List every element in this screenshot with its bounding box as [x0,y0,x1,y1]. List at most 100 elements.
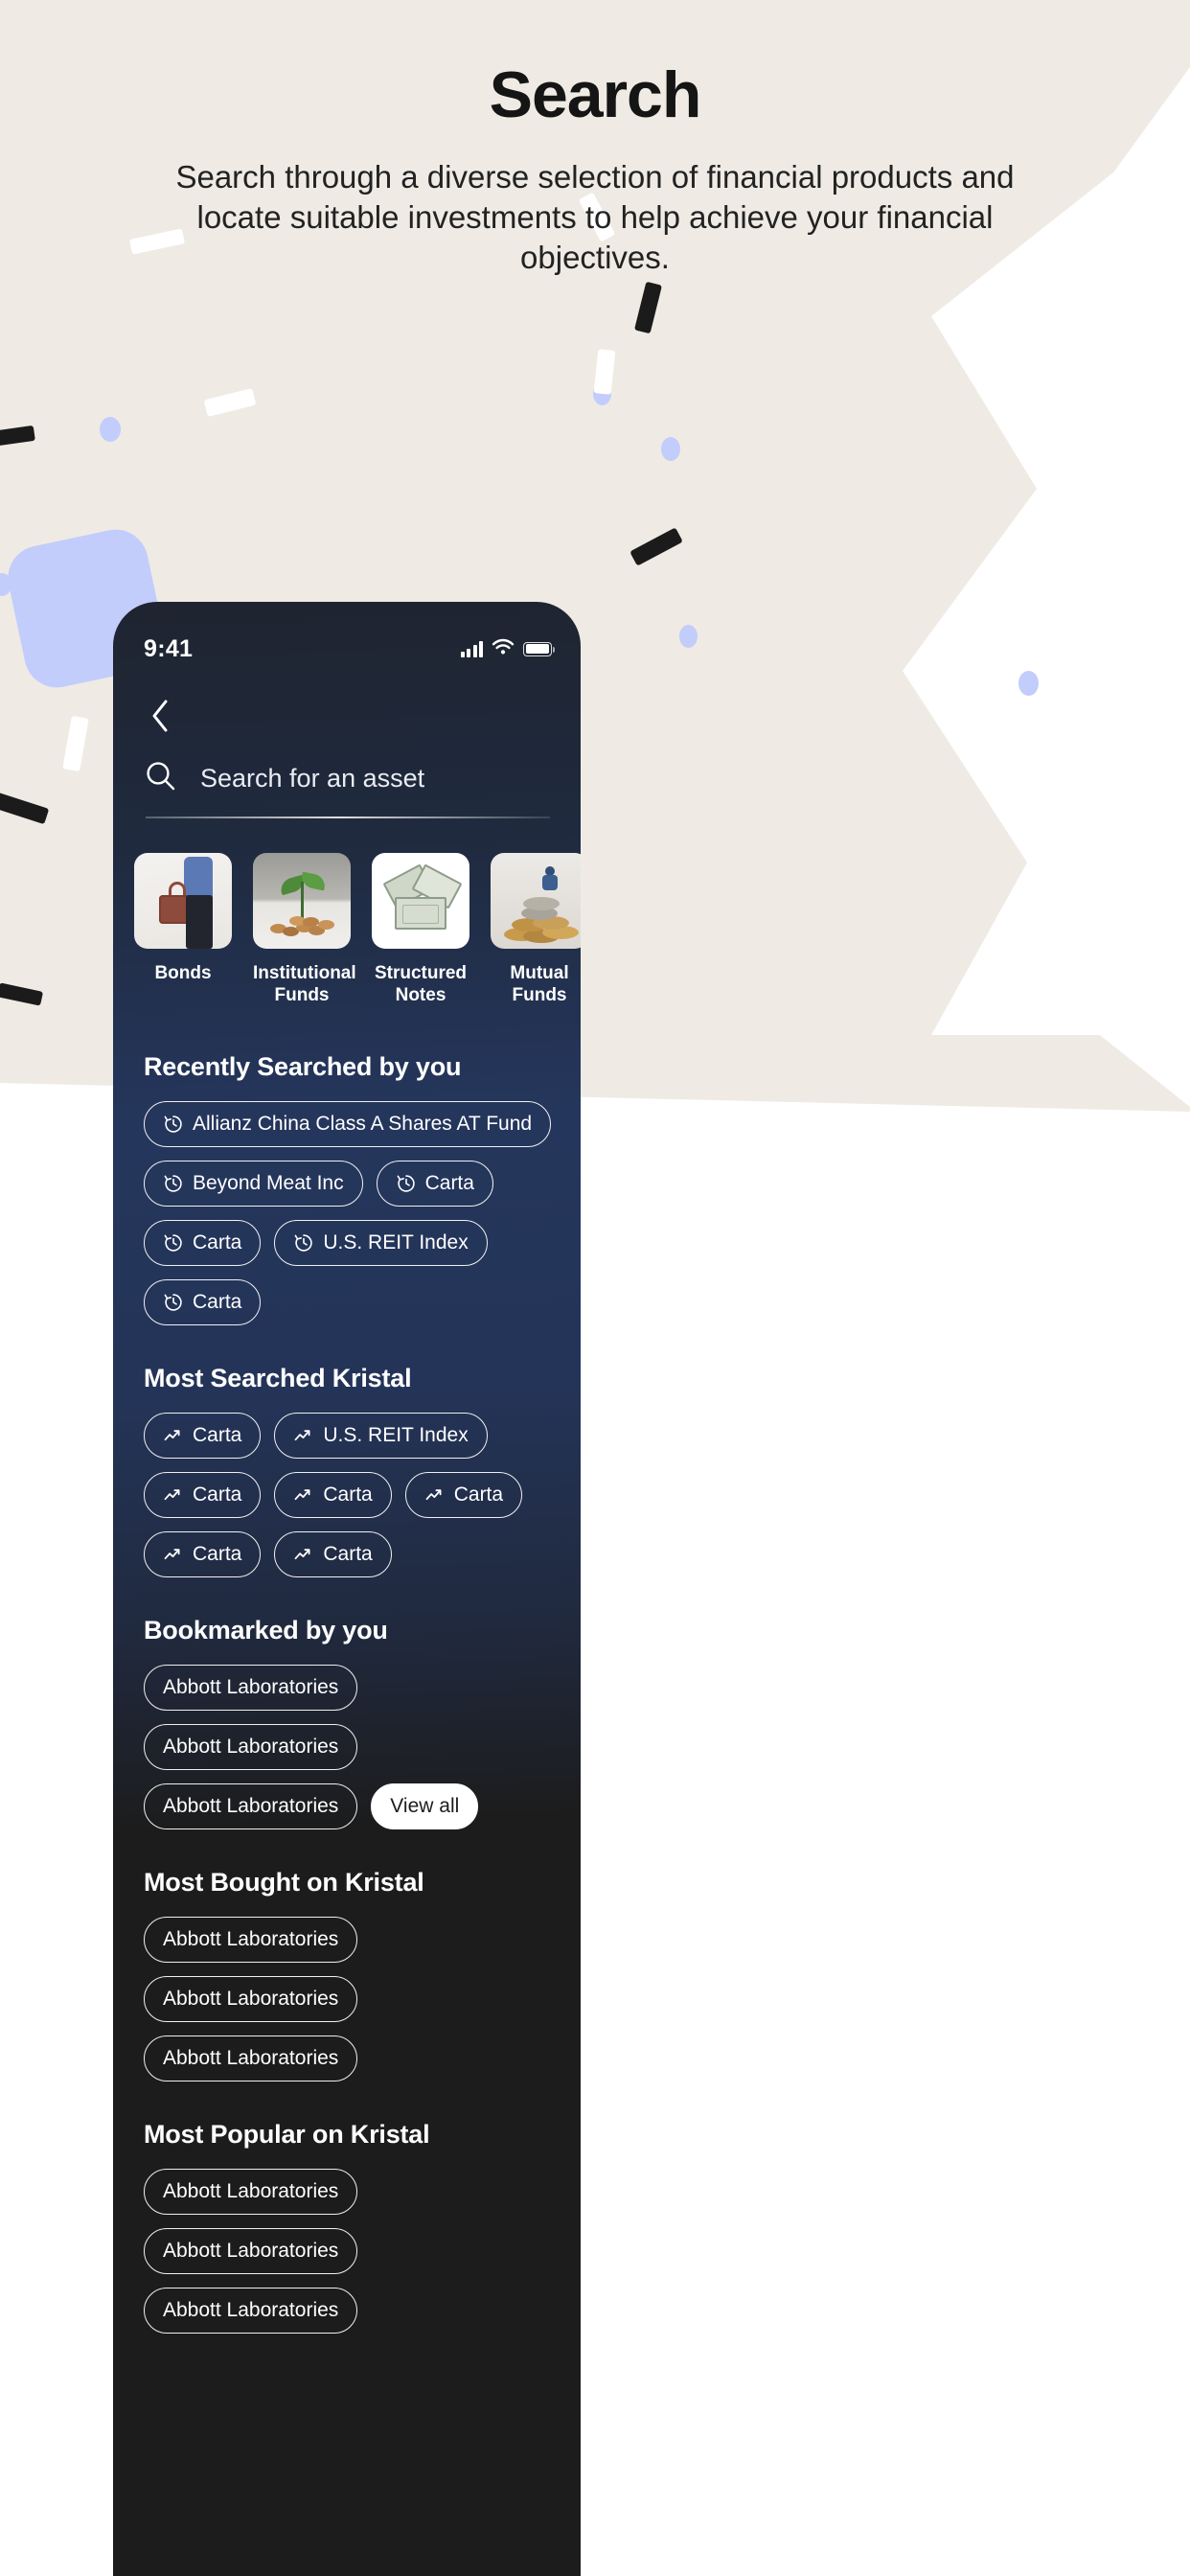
chip-label: Carta [424,1172,474,1195]
chip-abbott-laboratories[interactable]: Abbott Laboratories [144,2169,358,2216]
chip-label: Allianz China Class A Shares AT Fund [193,1113,533,1136]
chip-label: U.S. REIT Index [323,1231,469,1254]
chip-u-s-reit-index[interactable]: U.S. REIT Index [274,1220,488,1267]
chip-list: Abbott Laboratories Abbott Laboratories Ab… [144,2169,550,2334]
history-clock-icon [397,1175,415,1193]
chip-carta[interactable]: Carta [404,1472,523,1519]
chip-label: Carta [193,1291,242,1314]
history-clock-icon [164,1116,182,1134]
briefcase-photo [134,853,232,949]
view-all-button[interactable]: View all [371,1783,479,1830]
category-card-institutional-funds[interactable]: Institutional Funds [253,853,356,1006]
category-label: Mutual Funds [510,963,569,1006]
chip-label: Abbott Laboratories [163,2180,339,2203]
trending-up-icon [294,1430,310,1441]
section-title: Recently Searched by you [144,1052,462,1082]
nav-row [113,673,581,732]
chip-carta[interactable]: Carta [144,1220,262,1267]
decor-dot-1 [100,417,121,442]
chip-list: Carta U.S. REIT Index Carta Carta Carta Carta… [144,1413,550,1578]
section-title: Most Bought on Kristal [144,1868,424,1898]
section-most-bought-on-kristal: Most Bought on Kristal Abbott Laboratorie… [113,1868,581,2082]
history-clock-icon [164,1234,182,1253]
history-clock-icon [294,1234,313,1253]
chip-label: Abbott Laboratories [163,1676,339,1699]
history-clock-icon [164,1294,182,1312]
phone-mockup: 9:41 Search for an asset Bonds Instituti… [113,602,581,2576]
trending-up-icon [164,1430,180,1441]
chip-list: Allianz China Class A Shares AT Fund Beyo… [144,1101,552,1326]
chip-label: Carta [193,1484,242,1506]
hero-section: Search Search through a diverse selectio… [0,0,1190,279]
chip-allianz-china-class-a-shares-at-fund[interactable]: Allianz China Class A Shares AT Fund [144,1101,552,1148]
page-title: Search [489,58,702,131]
chip-carta[interactable]: Carta [274,1531,392,1578]
section-most-searched-kristal: Most Searched Kristal Carta U.S. REIT Inde… [113,1364,581,1578]
chip-label: Abbott Laboratories [163,2047,339,2070]
history-clock-icon [164,1175,182,1193]
chip-label: Carta [323,1543,373,1566]
chip-label: Carta [193,1424,242,1447]
decor-dot-5 [661,437,680,461]
chip-label: Abbott Laboratories [163,1736,339,1759]
cellular-signal-icon [460,640,483,657]
chip-label: Abbott Laboratories [163,1795,339,1818]
dollar-house-photo [372,853,469,949]
status-bar: 9:41 [113,602,581,673]
chip-abbott-laboratories[interactable]: Abbott Laboratories [144,1917,358,1964]
category-label: Institutional Funds [253,963,356,1006]
wifi-icon [492,638,515,660]
category-label: Bonds [154,963,212,983]
chip-abbott-laboratories[interactable]: Abbott Laboratories [144,1665,358,1712]
status-bar-icons [460,638,556,660]
chip-carta[interactable]: Carta [274,1472,392,1519]
chip-label: Abbott Laboratories [163,1928,339,1951]
trending-up-icon [425,1489,442,1501]
chip-label: Carta [453,1484,504,1506]
chip-abbott-laboratories[interactable]: Abbott Laboratories [144,1724,358,1771]
status-bar-time: 9:41 [144,634,194,662]
chip-list: Abbott Laboratories Abbott Laboratories Ab… [144,1917,550,2082]
coin-stack-photo [491,853,581,949]
plant-coins-photo [253,853,351,949]
chip-abbott-laboratories[interactable]: Abbott Laboratories [144,2036,358,2082]
chip-abbott-laboratories[interactable]: Abbott Laboratories [144,2288,358,2334]
search-bar[interactable]: Search for an asset [113,732,581,795]
chip-beyond-meat-inc[interactable]: Beyond Meat Inc [144,1161,363,1208]
trending-up-icon [164,1549,180,1560]
section-title: Most Popular on Kristal [144,2120,430,2150]
chip-carta[interactable]: Carta [144,1413,262,1460]
chip-list: Abbott Laboratories Abbott Laboratories Ab… [144,1665,550,1830]
chip-label: Beyond Meat Inc [193,1172,344,1195]
category-card-structured-notes[interactable]: Structured Notes [372,853,469,1006]
chip-label: Abbott Laboratories [163,2240,339,2263]
chip-carta[interactable]: Carta [144,1279,262,1326]
category-row[interactable]: Bonds Institutional Funds Structured Not… [113,818,581,1006]
chip-u-s-reit-index[interactable]: U.S. REIT Index [274,1413,488,1460]
chip-carta[interactable]: Carta [144,1472,262,1519]
decor-dot-7 [679,625,698,648]
section-most-popular-on-kristal: Most Popular on Kristal Abbott Laboratori… [113,2120,581,2334]
back-button[interactable] [144,700,176,732]
section-recently-searched-by-you: Recently Searched by you Allianz China Cl… [113,1052,581,1326]
chip-carta[interactable]: Carta [376,1161,493,1208]
search-input[interactable]: Search for an asset [200,764,424,794]
chip-abbott-laboratories[interactable]: Abbott Laboratories [144,1976,358,2023]
battery-icon [523,641,556,656]
decor-dot-6 [1018,671,1039,696]
chip-label: U.S. REIT Index [323,1424,469,1447]
search-icon [146,761,175,795]
chip-abbott-laboratories[interactable]: Abbott Laboratories [144,1783,358,1830]
chip-label: Abbott Laboratories [163,1988,339,2011]
category-card-mutual-funds[interactable]: Mutual Funds [491,853,581,1006]
chip-abbott-laboratories[interactable]: Abbott Laboratories [144,2228,358,2275]
chip-carta[interactable]: Carta [144,1531,262,1578]
category-card-bonds[interactable]: Bonds [134,853,232,1006]
chevron-left-icon [152,700,168,732]
chip-label: Carta [193,1231,242,1254]
